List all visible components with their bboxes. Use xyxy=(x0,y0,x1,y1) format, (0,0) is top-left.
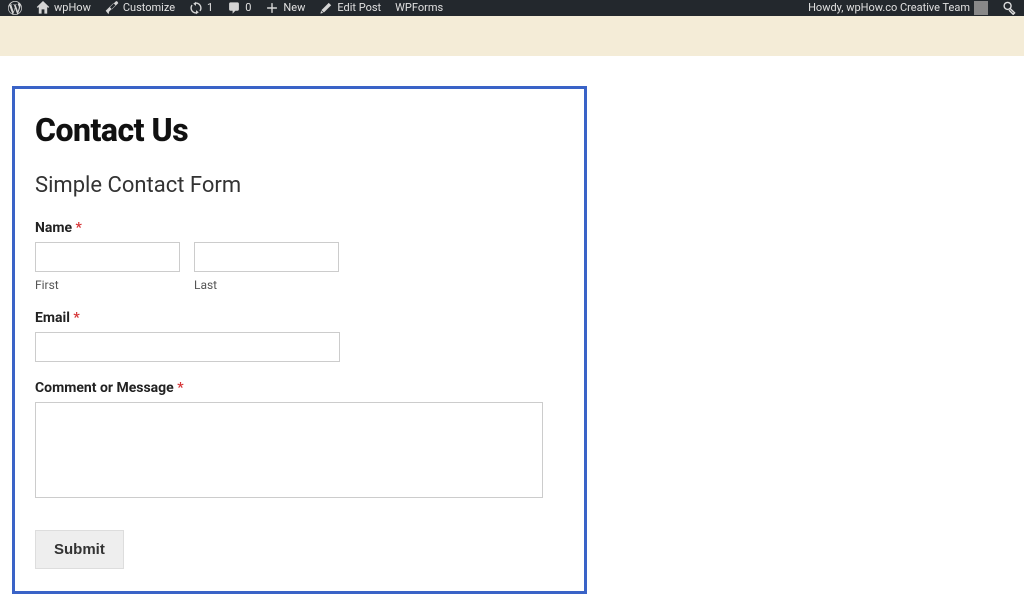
wp-logo-menu[interactable] xyxy=(8,1,22,15)
last-name-col: Last xyxy=(194,242,339,292)
wp-admin-bar: wpHow Customize 1 0 New xyxy=(0,0,1024,16)
content-card: Contact Us Simple Contact Form Name * Fi… xyxy=(12,86,587,594)
name-field-group: Name * First Last xyxy=(35,220,564,292)
last-name-input[interactable] xyxy=(194,242,339,272)
name-inputs-row: First Last xyxy=(35,242,564,292)
avatar-icon xyxy=(974,1,988,15)
comments-icon xyxy=(227,1,241,15)
site-name-link[interactable]: wpHow xyxy=(36,1,91,15)
email-label-text: Email xyxy=(35,310,70,326)
edit-icon xyxy=(319,1,333,15)
admin-bar-right: Howdy, wpHow.co Creative Team xyxy=(808,0,1016,16)
updates-icon xyxy=(189,1,203,15)
message-label-text: Comment or Message xyxy=(35,380,174,396)
my-account-link[interactable]: Howdy, wpHow.co Creative Team xyxy=(808,1,988,15)
home-icon xyxy=(36,1,50,15)
wpforms-text: WPForms xyxy=(395,4,443,12)
email-input[interactable] xyxy=(35,332,340,362)
message-label: Comment or Message * xyxy=(35,380,564,396)
updates-count: 1 xyxy=(207,4,213,12)
name-label: Name * xyxy=(35,220,564,236)
customize-text: Customize xyxy=(123,4,175,12)
page-content: Contact Us Simple Contact Form Name * Fi… xyxy=(0,56,1024,594)
comments-link[interactable]: 0 xyxy=(227,1,251,15)
admin-bar-left: wpHow Customize 1 0 New xyxy=(8,0,443,16)
required-mark: * xyxy=(177,380,183,396)
wpforms-link[interactable]: WPForms xyxy=(395,4,443,12)
first-name-col: First xyxy=(35,242,180,292)
email-label: Email * xyxy=(35,310,564,326)
form-title: Simple Contact Form xyxy=(35,173,564,198)
new-content-link[interactable]: New xyxy=(265,1,305,15)
comments-count: 0 xyxy=(245,4,251,12)
first-name-input[interactable] xyxy=(35,242,180,272)
required-mark: * xyxy=(73,310,79,326)
customize-link[interactable]: Customize xyxy=(105,1,175,15)
last-sublabel: Last xyxy=(194,278,339,292)
wordpress-icon xyxy=(8,1,22,15)
message-textarea[interactable] xyxy=(35,402,543,498)
submit-button[interactable]: Submit xyxy=(35,530,124,569)
email-field-group: Email * xyxy=(35,310,564,362)
customize-icon xyxy=(105,1,119,15)
page-title: Contact Us xyxy=(35,111,564,149)
search-toggle[interactable] xyxy=(1002,1,1016,15)
site-name-text: wpHow xyxy=(54,4,91,12)
howdy-text: Howdy, wpHow.co Creative Team xyxy=(808,4,970,12)
new-text: New xyxy=(283,4,305,12)
header-banner xyxy=(0,16,1024,56)
first-sublabel: First xyxy=(35,278,180,292)
updates-link[interactable]: 1 xyxy=(189,1,213,15)
message-field-group: Comment or Message * xyxy=(35,380,564,502)
edit-post-link[interactable]: Edit Post xyxy=(319,1,381,15)
edit-post-text: Edit Post xyxy=(337,4,381,12)
name-label-text: Name xyxy=(35,220,72,236)
required-mark: * xyxy=(76,220,82,236)
search-icon xyxy=(1002,1,1016,15)
plus-icon xyxy=(265,1,279,15)
